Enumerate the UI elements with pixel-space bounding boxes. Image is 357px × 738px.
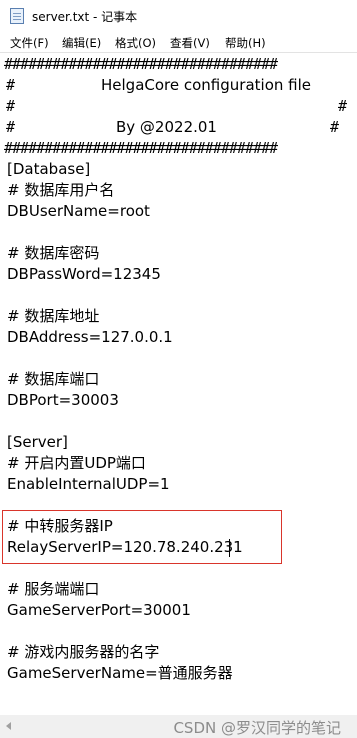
comment-line: # 数据库端口 <box>7 370 100 388</box>
menu-file[interactable]: 文件(F) <box>10 35 49 51</box>
menu-bar: 文件(F) 编辑(E) 格式(O) 查看(V) 帮助(H) <box>0 32 357 52</box>
config-line: EnableInternalUDP=1 <box>7 475 170 493</box>
config-line: DBPort=30003 <box>7 391 119 409</box>
window-title: server.txt - 记事本 <box>32 10 138 24</box>
config-line: DBPassWord=12345 <box>7 265 161 283</box>
comment-line: # 游戏内服务器的名字 <box>7 643 160 661</box>
comment-line: # 服务端端口 <box>7 580 100 598</box>
comment-line: # 数据库地址 <box>7 307 100 325</box>
notepad-icon <box>10 8 24 24</box>
hash-mark: # <box>6 118 15 136</box>
hash-border-bottom: ################################## <box>4 139 278 157</box>
horizontal-scrollbar[interactable]: CSDN @罗汉同学的笔记 <box>0 715 357 738</box>
watermark: CSDN @罗汉同学的笔记 <box>173 719 341 737</box>
config-title: HelgaCore configuration file <box>101 76 311 94</box>
hash-mark: # <box>6 97 15 115</box>
hash-mark: # <box>6 76 15 94</box>
hash-mark: # <box>338 97 347 115</box>
config-line: DBUserName=root <box>7 202 150 220</box>
menu-edit[interactable]: 编辑(E) <box>62 35 101 51</box>
config-line: DBAddress=127.0.0.1 <box>7 328 173 346</box>
hash-mark: # <box>330 118 339 136</box>
text-caret <box>229 539 230 557</box>
title-bar: server.txt - 记事本 <box>0 0 357 32</box>
config-line: RelayServerIP=120.78.240.231 <box>7 538 243 556</box>
config-line: GameServerPort=30001 <box>7 601 191 619</box>
section-database: [Database] <box>7 160 91 178</box>
menu-help[interactable]: 帮助(H) <box>225 35 266 51</box>
menu-format[interactable]: 格式(O) <box>115 35 156 51</box>
comment-line: # 开启内置UDP端口 <box>7 454 146 472</box>
text-editor[interactable]: ################################## # Hel… <box>0 52 357 715</box>
config-date: By @2022.01 <box>116 118 217 136</box>
comment-line: # 数据库用户名 <box>7 181 115 199</box>
menu-view[interactable]: 查看(V) <box>170 35 210 51</box>
comment-line: # 中转服务器IP <box>7 517 113 535</box>
config-line: GameServerName=普通服务器 <box>7 664 233 682</box>
comment-line: # 数据库密码 <box>7 244 100 262</box>
hash-border-top: ################################## <box>4 55 278 73</box>
scroll-left-icon[interactable] <box>6 722 11 730</box>
section-server: [Server] <box>7 433 68 451</box>
